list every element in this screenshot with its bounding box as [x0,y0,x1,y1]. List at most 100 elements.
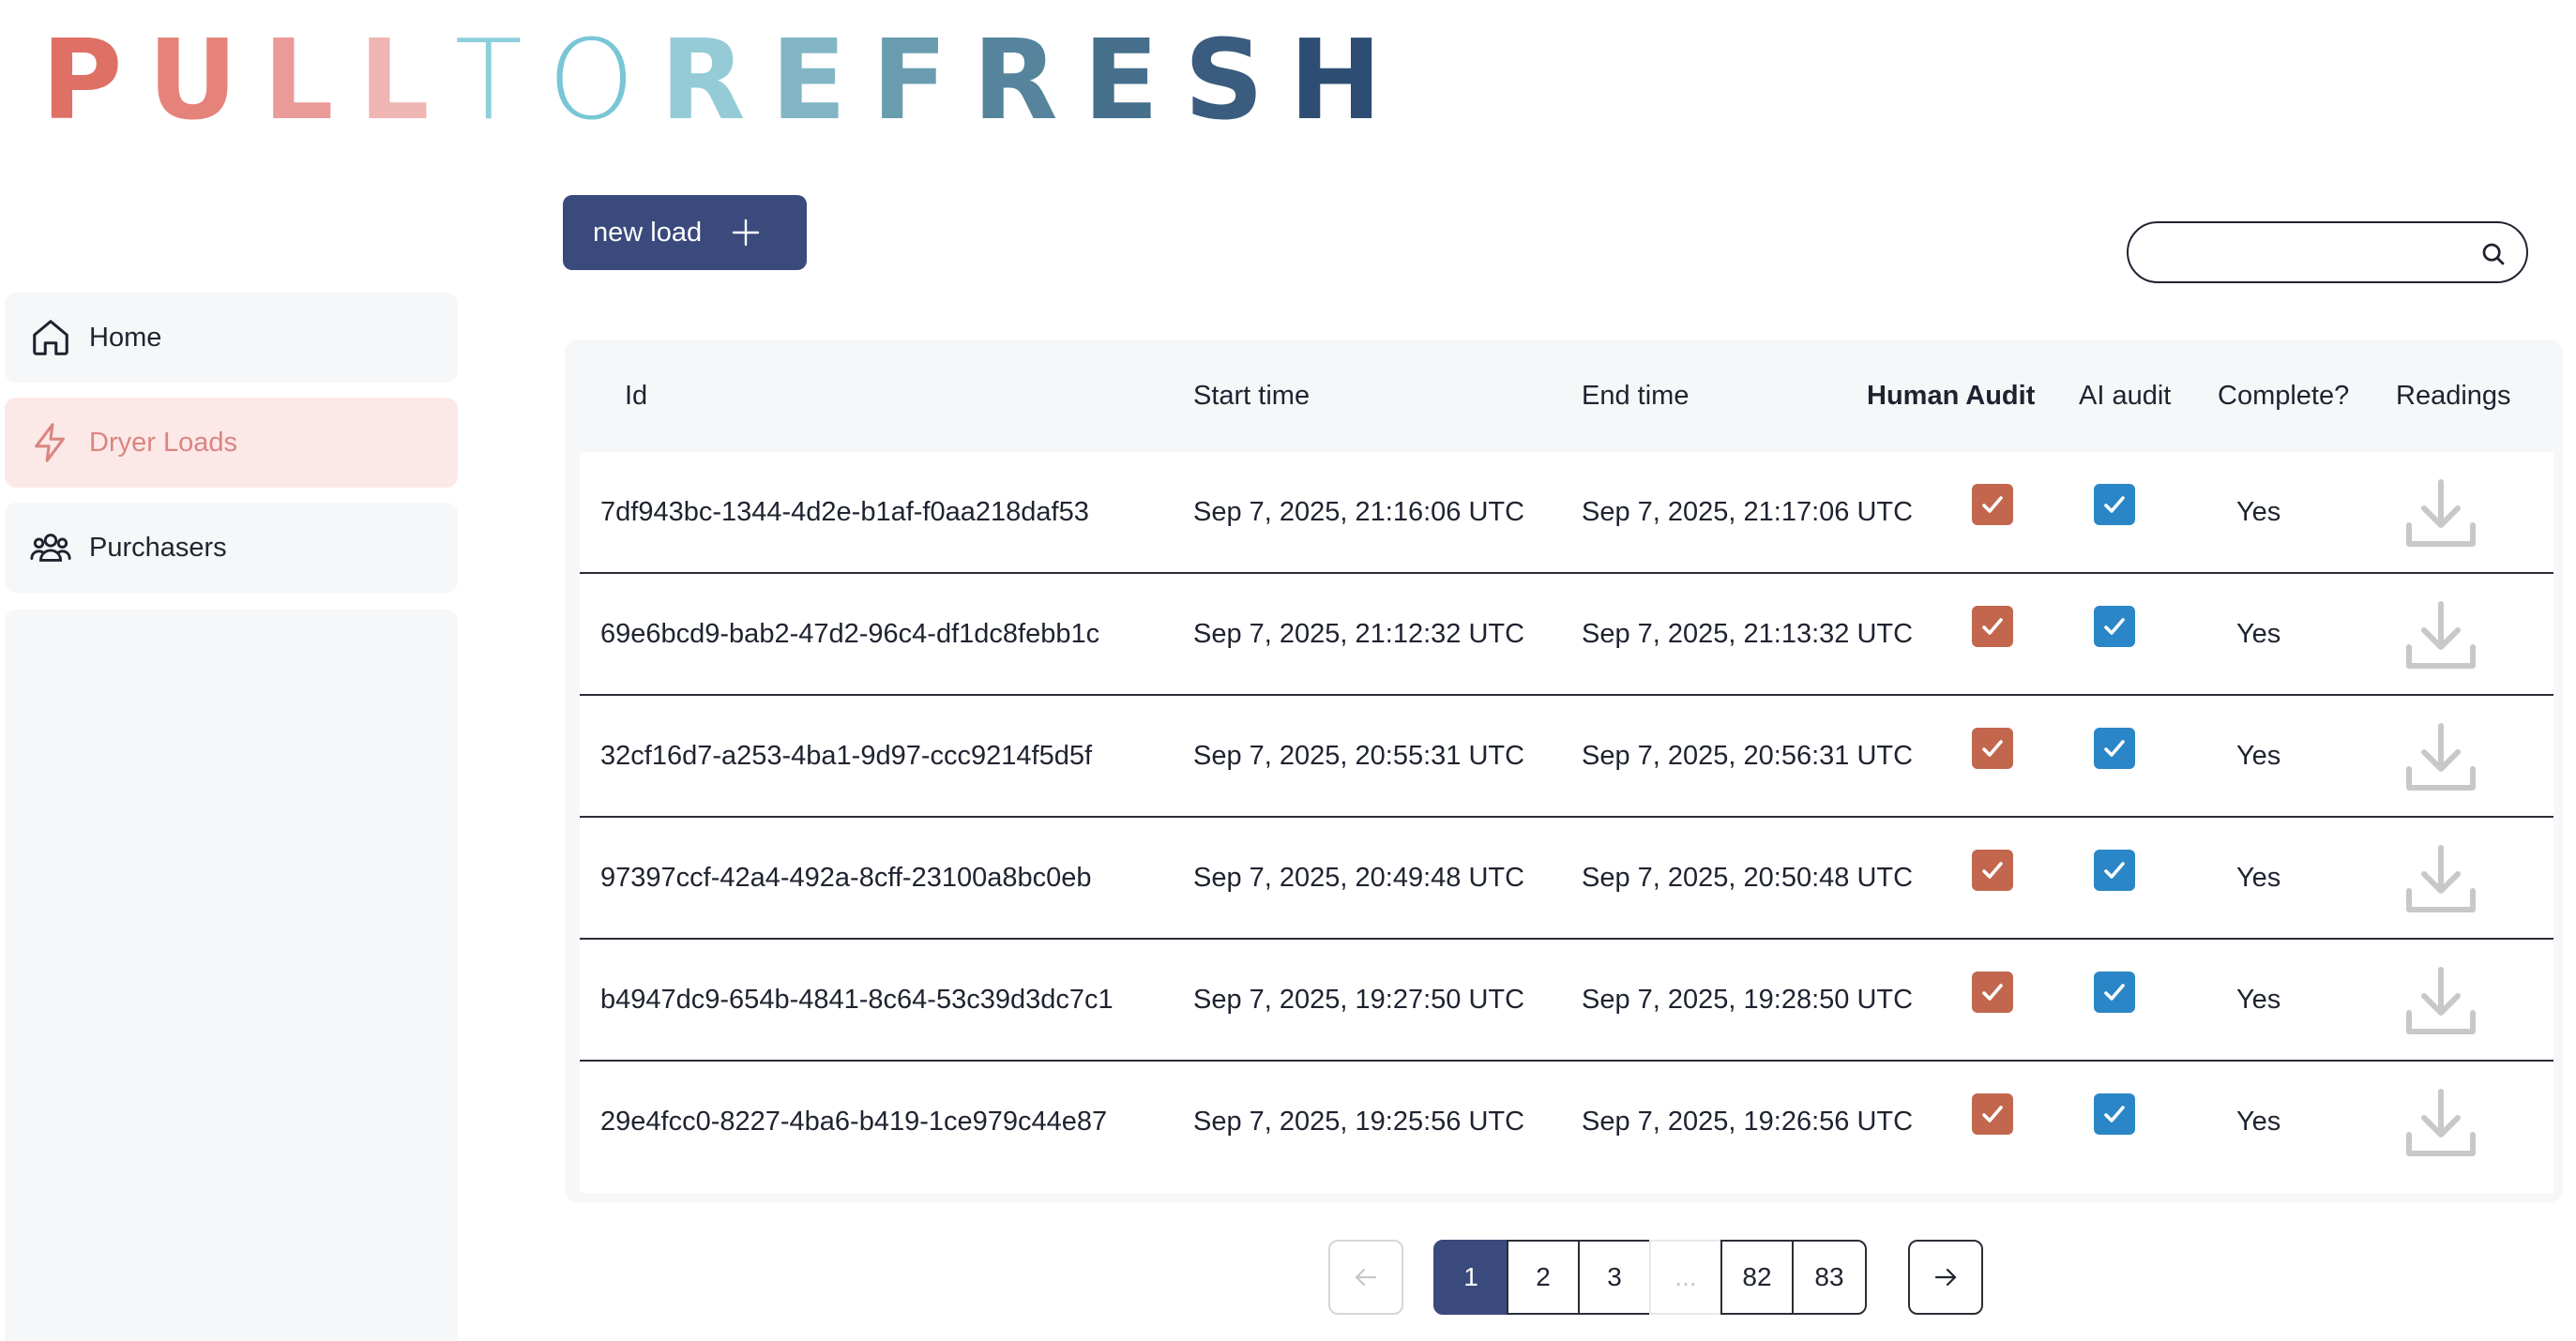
new-load-label: new load [593,217,703,248]
download-icon[interactable] [2403,1086,2478,1159]
download-icon[interactable] [2403,720,2478,793]
sidebar-item-label: Dryer Loads [89,427,237,458]
table-row[interactable]: b4947dc9-654b-4841-8c64-53c39d3dc7c1 Sep … [580,940,2553,1062]
table-row[interactable]: 32cf16d7-a253-4ba1-9d97-ccc9214f5d5f Sep … [580,696,2553,818]
cell-id: 29e4fcc0-8227-4ba6-b419-1ce979c44e87 [600,1107,1108,1137]
table-row[interactable]: 97397ccf-42a4-492a-8cff-23100a8bc0eb Sep … [580,818,2553,940]
header-human-audit[interactable]: Human Audit [1867,381,2035,412]
table-row[interactable]: 69e6bcd9-bab2-47d2-96c4-df1dc8febb1c Sep … [580,574,2553,696]
page-button-82[interactable]: 82 [1720,1240,1794,1315]
cell-end-time: Sep 7, 2025, 19:28:50 UTC [1582,985,1914,1015]
cell-complete: Yes [2236,863,2281,893]
cell-id: 97397ccf-42a4-492a-8cff-23100a8bc0eb [600,863,1092,893]
arrow-left-icon [1352,1263,1380,1291]
cell-complete: Yes [2236,741,2281,771]
lightning-icon [29,421,72,464]
header-start-time[interactable]: Start time [1193,381,1310,412]
cell-start-time: Sep 7, 2025, 21:12:32 UTC [1193,619,1525,649]
cell-id: 7df943bc-1344-4d2e-b1af-f0aa218daf53 [600,497,1089,527]
sidebar-panel [5,610,458,1341]
sidebar-item-dryer-loads[interactable]: Dryer Loads [5,398,458,488]
header-complete[interactable]: Complete? [2218,381,2349,412]
ai-audit-check-icon [2094,850,2135,891]
plus-icon [732,218,760,247]
page-ellipsis: ... [1649,1240,1722,1315]
home-icon [29,316,72,359]
cell-start-time: Sep 7, 2025, 20:49:48 UTC [1193,863,1525,893]
sidebar-item-home[interactable]: Home [5,293,458,383]
cell-end-time: Sep 7, 2025, 21:17:06 UTC [1582,497,1914,527]
human-audit-check-icon [1972,972,2013,1013]
logo-letter: L [263,15,359,144]
header-end-time[interactable]: End time [1582,381,1689,412]
logo-letter: F [871,15,973,144]
download-icon[interactable] [2403,476,2478,550]
cell-complete: Yes [2236,497,2281,527]
logo-letter: P [41,15,148,144]
ai-audit-check-icon [2094,728,2135,769]
logo-letter: R [972,15,1083,144]
ai-audit-check-icon [2094,606,2135,647]
logo-letter: O [547,15,660,144]
page-numbers: 1 2 3... 82 83 [1433,1240,1867,1315]
download-icon[interactable] [2403,842,2478,915]
pagination [1328,1240,1403,1315]
cell-id: 69e6bcd9-bab2-47d2-96c4-df1dc8febb1c [600,619,1100,649]
new-load-button[interactable]: new load [563,195,807,270]
ai-audit-check-icon [2094,972,2135,1013]
download-icon[interactable] [2403,964,2478,1037]
page-button-1[interactable]: 1 [1433,1240,1508,1315]
header-ai-audit[interactable]: AI audit [2079,381,2171,412]
cell-complete: Yes [2236,985,2281,1015]
cell-end-time: Sep 7, 2025, 20:56:31 UTC [1582,741,1914,771]
page-button-83[interactable]: 83 [1792,1240,1867,1315]
human-audit-check-icon [1972,606,2013,647]
logo-letter: T [454,15,548,144]
download-icon[interactable] [2403,598,2478,671]
brand-logo: PULLTOREFRESH [41,19,1407,141]
human-audit-check-icon [1972,1093,2013,1135]
cell-start-time: Sep 7, 2025, 19:27:50 UTC [1193,985,1525,1015]
logo-letter: U [147,15,264,144]
cell-id: 32cf16d7-a253-4ba1-9d97-ccc9214f5d5f [600,741,1093,771]
table-row[interactable]: 7df943bc-1344-4d2e-b1af-f0aa218daf53 Sep … [580,452,2553,574]
pagination-next [1908,1240,1983,1315]
header-readings[interactable]: Readings [2396,381,2511,412]
table-header: Id Start time End time Human Audit AI au… [565,339,2563,452]
header-id[interactable]: Id [625,381,647,412]
arrow-right-icon [1932,1263,1960,1291]
human-audit-check-icon [1972,484,2013,525]
table-row[interactable]: 29e4fcc0-8227-4ba6-b419-1ce979c44e87 Sep … [580,1062,2553,1183]
ai-audit-check-icon [2094,484,2135,525]
cell-start-time: Sep 7, 2025, 20:55:31 UTC [1193,741,1525,771]
next-page-button[interactable] [1908,1240,1983,1315]
cell-id: b4947dc9-654b-4841-8c64-53c39d3dc7c1 [600,985,1114,1015]
sidebar-item-label: Purchasers [89,532,227,563]
human-audit-check-icon [1972,728,2013,769]
sidebar-item-label: Home [89,322,162,353]
search-input[interactable] [2151,233,2464,274]
dryer-loads-table: Id Start time End time Human Audit AI au… [565,339,2563,1202]
logo-letter: R [659,15,771,144]
search-box [2127,221,2528,283]
logo-letter: S [1184,15,1290,144]
logo-letter: H [1289,15,1408,144]
table-body: 7df943bc-1344-4d2e-b1af-f0aa218daf53 Sep … [580,452,2553,1193]
logo-letter: L [358,15,455,144]
cell-complete: Yes [2236,619,2281,649]
sidebar-item-purchasers[interactable]: Purchasers [5,503,458,593]
cell-end-time: Sep 7, 2025, 19:26:56 UTC [1582,1107,1914,1137]
search-icon[interactable] [2479,240,2508,268]
logo-letter: E [1083,15,1185,144]
cell-start-time: Sep 7, 2025, 19:25:56 UTC [1193,1107,1525,1137]
cell-complete: Yes [2236,1107,2281,1137]
prev-page-button[interactable] [1328,1240,1403,1315]
users-icon [29,526,72,569]
ai-audit-check-icon [2094,1093,2135,1135]
cell-start-time: Sep 7, 2025, 21:16:06 UTC [1193,497,1525,527]
cell-end-time: Sep 7, 2025, 21:13:32 UTC [1582,619,1914,649]
sidebar: Home Dryer Loads Purchasers [5,293,458,608]
page-button-2[interactable]: 2 [1507,1240,1580,1315]
cell-end-time: Sep 7, 2025, 20:50:48 UTC [1582,863,1914,893]
page-button-3[interactable]: 3 [1578,1240,1651,1315]
